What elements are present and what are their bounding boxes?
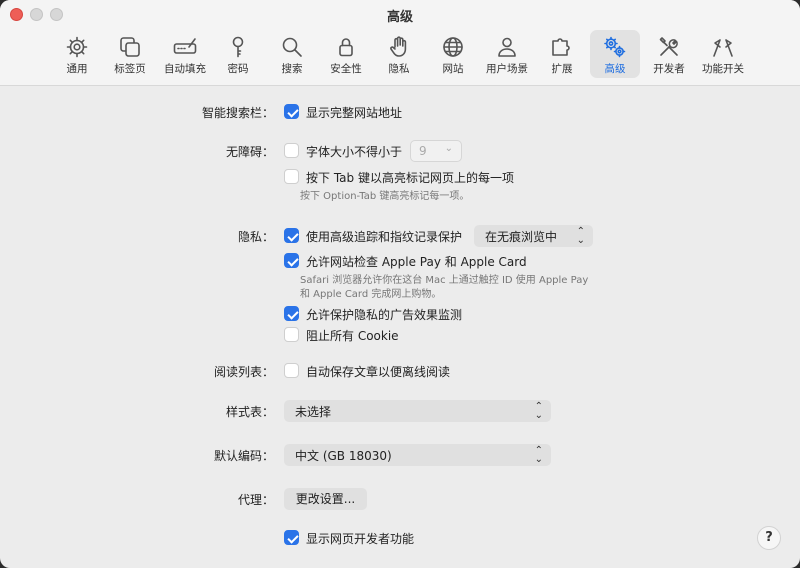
- default-encoding-value: 中文 (GB 18030): [295, 449, 392, 463]
- puzzle-icon: [552, 38, 570, 56]
- style-sheet-popup[interactable]: 未选择 ⌃ ⌄: [284, 400, 551, 422]
- help-button[interactable]: ?: [757, 526, 781, 550]
- tracking-protection-popup[interactable]: 在无痕浏览中 ⌃ ⌄: [474, 225, 593, 247]
- chevron-up-down-icon: ⌃ ⌄: [534, 445, 543, 465]
- show-full-address-text: 显示完整网站地址: [306, 106, 403, 120]
- tab-label: 密码: [227, 63, 249, 75]
- gears-icon: [604, 36, 626, 58]
- pen-field-icon: [173, 38, 197, 54]
- lock-icon: [339, 38, 353, 57]
- tab-advanced[interactable]: 高级: [590, 30, 640, 78]
- window-title: 高级: [386, 10, 413, 25]
- min-font-size-value: 9: [419, 144, 427, 158]
- tab-highlight-text: 按下 Tab 键以高亮标记网页上的每一项: [306, 171, 514, 185]
- save-offline-text: 自动保存文章以便离线阅读: [306, 365, 451, 379]
- tab-label: 开发者: [653, 63, 685, 75]
- ad-measurement-checkbox[interactable]: [284, 306, 299, 321]
- key-icon: [232, 36, 244, 58]
- tab-label: 安全性: [330, 63, 362, 75]
- row-reading-list: 阅读列表： 自动保存文章以便离线阅读: [0, 360, 800, 382]
- row-accessibility: 无障碍： 字体大小不得小于 9 ⌄: [0, 140, 800, 162]
- row-proxy: 代理： 更改设置...: [0, 488, 800, 510]
- change-proxy-settings-button[interactable]: 更改设置...: [284, 488, 367, 510]
- person-icon: [498, 37, 516, 57]
- tab-label: 网站: [442, 63, 464, 75]
- advanced-tracking-checkbox[interactable]: [284, 228, 299, 243]
- tab-highlight-note: 按下 Option-Tab 键高亮标记每一项。: [300, 191, 470, 202]
- reading-list-label: 阅读列表：: [213, 365, 274, 379]
- row-ad-measurement: 允许保护隐私的广告效果监测: [0, 303, 800, 325]
- min-font-size-checkbox[interactable]: [284, 143, 299, 158]
- advanced-tracking-text: 使用高级追踪和指纹记录保护: [306, 230, 463, 244]
- show-developer-features-checkbox[interactable]: [284, 530, 299, 545]
- proxy-label: 代理：: [237, 493, 274, 507]
- apple-pay-checkbox[interactable]: [284, 253, 299, 268]
- tab-search[interactable]: 搜索: [272, 30, 312, 78]
- tab-label: 功能开关: [702, 63, 744, 75]
- hand-icon: [390, 36, 407, 57]
- tab-label: 高级: [604, 63, 626, 75]
- tab-label: 隐私: [388, 63, 410, 75]
- ad-measurement-text: 允许保护隐私的广告效果监测: [306, 308, 463, 322]
- default-encoding-popup[interactable]: 中文 (GB 18030) ⌃ ⌄: [284, 444, 551, 466]
- tab-feature-flags[interactable]: 功能开关: [698, 30, 748, 78]
- block-cookies-checkbox[interactable]: [284, 327, 299, 342]
- row-tab-highlight: 按下 Tab 键以高亮标记网页上的每一项: [0, 166, 800, 188]
- show-full-address-checkbox[interactable]: [284, 104, 299, 119]
- tab-general[interactable]: 通用: [56, 30, 98, 78]
- tab-label: 通用: [66, 63, 88, 75]
- accessibility-label: 无障碍：: [225, 145, 274, 159]
- smart-search-label: 智能搜索栏：: [201, 106, 274, 120]
- tab-tabs[interactable]: 标签页: [108, 30, 152, 78]
- chevron-up-down-icon: ⌃ ⌄: [576, 226, 585, 246]
- apple-pay-note-line-1: Safari 浏览器允许你在这台 Mac 上通过触控 ID 使用 Apple P…: [300, 275, 589, 286]
- tab-extensions[interactable]: 扩展: [542, 30, 582, 78]
- tab-autofill[interactable]: 自动填充: [160, 30, 210, 78]
- min-font-size-text: 字体大小不得小于: [306, 145, 403, 159]
- tab-label: 标签页: [114, 63, 146, 75]
- row-style-sheet: 样式表： 未选择 ⌃ ⌄: [0, 400, 800, 422]
- tab-label: 扩展: [551, 63, 573, 75]
- tracking-protection-value: 在无痕浏览中: [485, 230, 558, 244]
- tab-developer[interactable]: 开发者: [648, 30, 690, 78]
- tabs-icon: [120, 37, 140, 57]
- row-privacy: 隐私： 使用高级追踪和指纹记录保护 在无痕浏览中 ⌃ ⌄: [0, 225, 800, 247]
- row-developer: 显示网页开发者功能: [0, 527, 800, 549]
- globe-icon: [443, 37, 463, 57]
- tab-label: 用户场景: [486, 63, 528, 75]
- flags-icon: [713, 39, 733, 57]
- save-offline-checkbox[interactable]: [284, 363, 299, 378]
- style-sheet-label: 样式表：: [225, 405, 274, 419]
- search-icon: [282, 37, 302, 57]
- default-encoding-label: 默认编码：: [213, 449, 274, 463]
- tab-label: 搜索: [281, 63, 303, 75]
- gear-icon: [66, 36, 88, 58]
- settings-window: 高级 通用 标签页 自动填充 密码 搜索 安全性 隐私 网站 用户场景 扩展 高…: [0, 0, 800, 568]
- apple-pay-note-line-2: 和 Apple Card 完成网上购物。: [300, 289, 442, 300]
- wrench-screwdriver-icon: [659, 37, 678, 56]
- apple-pay-text: 允许网站检查 Apple Pay 和 Apple Card: [306, 255, 527, 269]
- tab-label: 自动填充: [164, 63, 206, 75]
- tab-websites[interactable]: 网站: [434, 30, 472, 78]
- row-block-cookies: 阻止所有 Cookie: [0, 324, 800, 346]
- show-developer-features-text: 显示网页开发者功能: [306, 532, 415, 546]
- chevron-down-icon: ⌄: [444, 143, 453, 154]
- tab-profiles[interactable]: 用户场景: [482, 30, 532, 78]
- tab-security[interactable]: 安全性: [324, 30, 368, 78]
- advanced-settings-pane: 智能搜索栏： 显示完整网站地址 无障碍： 字体大小不得小于 9 ⌄ 按下 Tab…: [0, 86, 800, 568]
- privacy-label: 隐私：: [237, 230, 274, 244]
- style-sheet-value: 未选择: [295, 405, 332, 419]
- preferences-toolbar: 通用 标签页 自动填充 密码 搜索 安全性 隐私 网站 用户场景 扩展 高级 开…: [0, 30, 800, 80]
- block-cookies-text: 阻止所有 Cookie: [306, 329, 399, 343]
- tab-privacy[interactable]: 隐私: [380, 30, 418, 78]
- row-smart-search: 智能搜索栏： 显示完整网站地址: [0, 101, 800, 123]
- row-apple-pay: 允许网站检查 Apple Pay 和 Apple Card: [0, 250, 800, 272]
- titlebar: 高级 通用 标签页 自动填充 密码 搜索 安全性 隐私 网站 用户场景 扩展 高…: [0, 0, 800, 86]
- tab-highlight-checkbox[interactable]: [284, 169, 299, 184]
- chevron-up-down-icon: ⌃ ⌄: [534, 401, 543, 421]
- row-default-encoding: 默认编码： 中文 (GB 18030) ⌃ ⌄: [0, 444, 800, 466]
- tab-passwords[interactable]: 密码: [218, 30, 258, 78]
- min-font-size-select[interactable]: 9 ⌄: [410, 140, 462, 162]
